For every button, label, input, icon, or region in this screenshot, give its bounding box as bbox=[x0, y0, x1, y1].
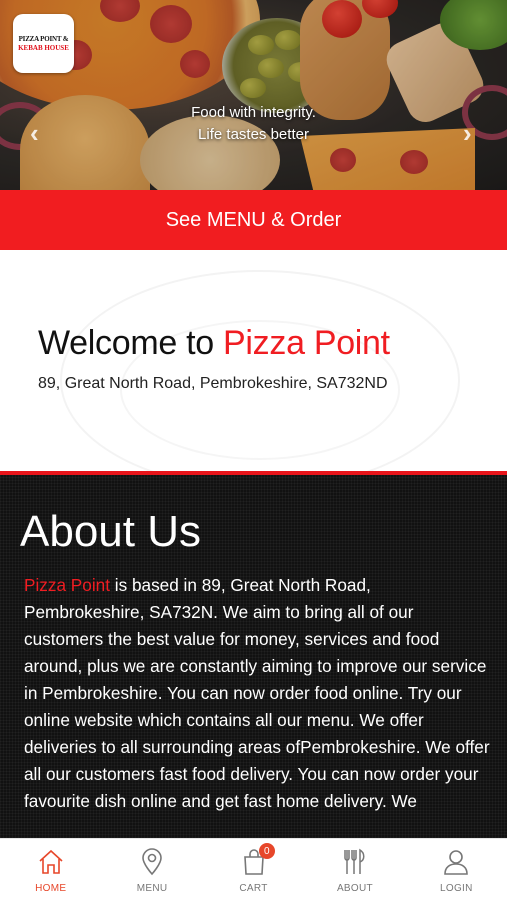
cutlery-icon bbox=[344, 848, 365, 874]
restaurant-address: 89, Great North Road, Pembrokeshire, SA7… bbox=[38, 375, 388, 392]
nav-login[interactable]: LOGIN bbox=[406, 839, 507, 900]
cart-count-badge: 0 bbox=[258, 843, 275, 859]
welcome-section: Welcome to Pizza Point 89, Great North R… bbox=[0, 250, 507, 471]
home-icon bbox=[39, 849, 63, 874]
see-menu-order-button[interactable]: See MENU & Order bbox=[0, 190, 507, 250]
welcome-brand: Pizza Point bbox=[223, 324, 390, 362]
welcome-prefix: Welcome to bbox=[38, 324, 224, 362]
nav-cart-label: CART bbox=[239, 883, 268, 894]
about-text: Pizza Point is based in 89, Great North … bbox=[24, 572, 494, 815]
about-section: About Us Pizza Point is based in 89, Gre… bbox=[0, 475, 507, 838]
nav-about-label: ABOUT bbox=[336, 883, 373, 894]
nav-login-label: LOGIN bbox=[440, 883, 473, 894]
nav-menu[interactable]: MENU bbox=[101, 839, 202, 900]
user-icon bbox=[444, 850, 469, 875]
nav-home[interactable]: HOME bbox=[0, 839, 101, 900]
welcome-heading: Welcome to Pizza Point bbox=[38, 324, 390, 363]
hero-tagline-1: Food with integrity. bbox=[191, 104, 316, 121]
nav-menu-label: MENU bbox=[136, 883, 168, 894]
carousel-prev-arrow-icon[interactable]: ‹ bbox=[30, 118, 39, 149]
restaurant-logo[interactable]: PIZZA POINT & KEBAB HOUSE bbox=[13, 14, 74, 73]
nav-home-label: HOME bbox=[35, 883, 67, 894]
nav-about[interactable]: ABOUT bbox=[304, 839, 405, 900]
hero-banner: PIZZA POINT & KEBAB HOUSE Food with inte… bbox=[0, 0, 507, 190]
about-brand: Pizza Point bbox=[24, 575, 110, 595]
about-body: is based in 89, Great North Road, Pembro… bbox=[24, 575, 490, 811]
logo-text-top: PIZZA POINT & bbox=[18, 35, 69, 43]
hero-tagline-2: Life tastes better bbox=[198, 126, 309, 143]
carousel-next-arrow-icon[interactable]: › bbox=[463, 118, 472, 149]
location-pin-icon bbox=[142, 848, 162, 876]
logo-text-bottom: KEBAB HOUSE bbox=[18, 44, 69, 52]
bottom-nav: HOME MENU 0 CART ABOUT LOGIN bbox=[0, 838, 507, 900]
about-heading: About Us bbox=[20, 507, 201, 556]
nav-cart[interactable]: 0 CART bbox=[203, 839, 304, 900]
